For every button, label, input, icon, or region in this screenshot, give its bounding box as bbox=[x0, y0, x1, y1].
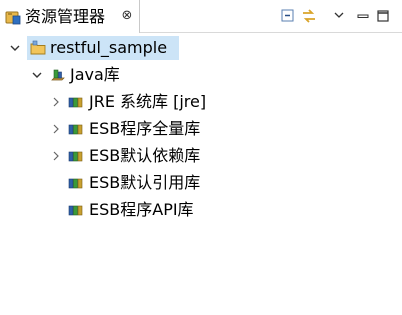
tree-node-library[interactable]: ESB程序全量库 bbox=[0, 117, 402, 141]
tree-node-project[interactable]: restful_sample bbox=[0, 36, 402, 60]
jar-library-icon bbox=[68, 205, 83, 216]
project-folder-icon bbox=[30, 40, 46, 55]
tree-node-library[interactable]: ESB默认依赖库 bbox=[0, 144, 402, 168]
library-label: ESB默认引用库 bbox=[89, 173, 201, 192]
chevron-right-icon[interactable] bbox=[50, 95, 62, 109]
close-icon[interactable]: ⊗ bbox=[120, 8, 134, 24]
chevron-right-icon[interactable] bbox=[50, 122, 62, 136]
jar-library-icon bbox=[68, 124, 83, 135]
tab-divider bbox=[140, 32, 402, 33]
tree-node-library[interactable]: JRE 系统库 [jre] bbox=[0, 90, 402, 114]
tree-node-library[interactable]: ESB默认引用库 bbox=[0, 171, 402, 195]
chevron-down-icon[interactable] bbox=[31, 68, 43, 82]
jar-library-icon bbox=[68, 151, 83, 162]
jar-library-icon bbox=[68, 178, 83, 189]
java-library-label: Java库 bbox=[70, 65, 120, 84]
library-label: JRE 系统库 [jre] bbox=[89, 92, 207, 111]
chevron-right-icon[interactable] bbox=[50, 149, 62, 163]
package-explorer-icon bbox=[5, 11, 21, 25]
tree-node-java-library[interactable]: Java库 bbox=[0, 63, 402, 87]
collapse-all-icon[interactable] bbox=[280, 8, 296, 24]
library-label: ESB默认依赖库 bbox=[89, 146, 201, 165]
jar-library-icon bbox=[68, 97, 83, 108]
view-tab[interactable]: 资源管理器 ⊗ bbox=[0, 0, 140, 33]
maximize-icon[interactable] bbox=[375, 8, 391, 24]
library-label: ESB程序全量库 bbox=[89, 119, 201, 138]
view-title: 资源管理器 bbox=[25, 7, 106, 26]
minimize-icon[interactable] bbox=[355, 8, 371, 24]
view-menu-icon[interactable] bbox=[331, 8, 347, 24]
tree-node-library[interactable]: ESB程序API库 bbox=[0, 198, 402, 222]
project-label: restful_sample bbox=[50, 38, 168, 57]
link-with-editor-icon[interactable] bbox=[301, 8, 317, 24]
java-library-icon bbox=[51, 69, 65, 81]
library-label: ESB程序API库 bbox=[89, 200, 194, 219]
chevron-down-icon[interactable] bbox=[9, 41, 21, 55]
